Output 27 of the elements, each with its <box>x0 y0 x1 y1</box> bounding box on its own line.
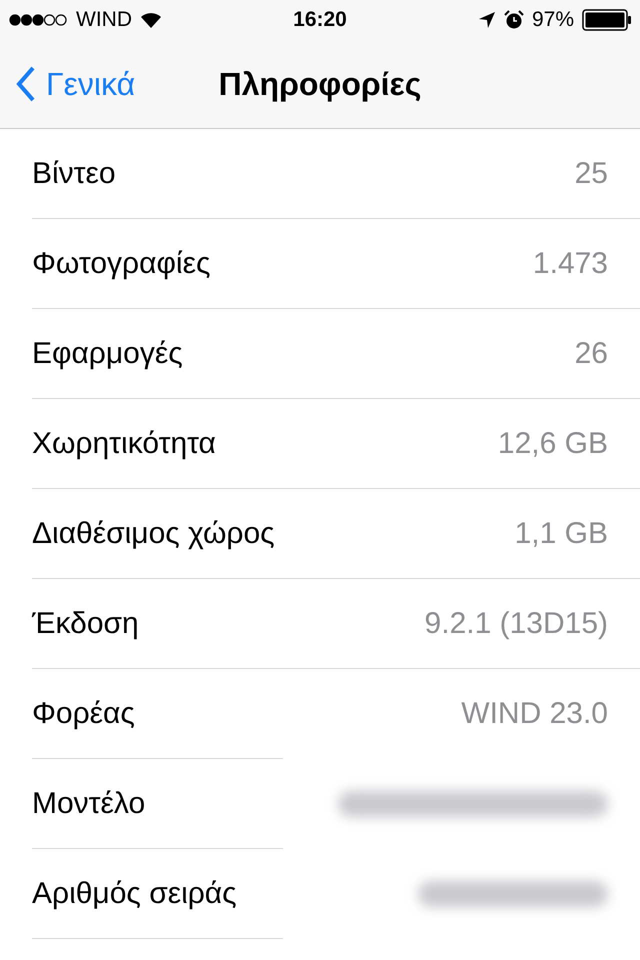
row-value: 9.2.1 (13D15) <box>424 606 608 640</box>
battery-percentage: 97% <box>532 8 574 32</box>
row-label: Έκδοση <box>32 606 139 640</box>
row-label: Αριθμός σειράς <box>32 876 237 910</box>
row-label: Διαθέσιμος χώρος <box>32 516 275 550</box>
row-label: Φορέας <box>32 696 135 730</box>
clock-time: 16:20 <box>293 8 347 32</box>
page-title: Πληροφορίες <box>218 66 422 102</box>
carrier-name: WIND <box>76 8 132 32</box>
row-value: 26 <box>574 336 608 370</box>
wifi-icon <box>140 12 162 28</box>
location-arrow-icon <box>478 11 496 29</box>
row-label: Χωρητικότητα <box>32 426 216 460</box>
alarm-clock-icon <box>504 10 524 30</box>
row-label: Μοντέλο <box>32 786 146 820</box>
row-value: 12,6 GB <box>498 426 608 460</box>
row-label: Φωτογραφίες <box>32 246 210 280</box>
row-value: WIND 23.0 <box>461 696 608 730</box>
back-button[interactable]: Γενικά <box>0 66 136 102</box>
row-label: Βίντεο <box>32 156 116 190</box>
row-value: 25 <box>574 156 608 190</box>
row-label: Εφαρμογές <box>32 336 183 370</box>
signal-icon <box>8 13 68 27</box>
row-value: 1.473 <box>532 246 608 280</box>
battery-icon <box>582 9 632 31</box>
row-value: 1,1 GB <box>514 516 608 550</box>
chevron-left-icon <box>16 66 36 102</box>
